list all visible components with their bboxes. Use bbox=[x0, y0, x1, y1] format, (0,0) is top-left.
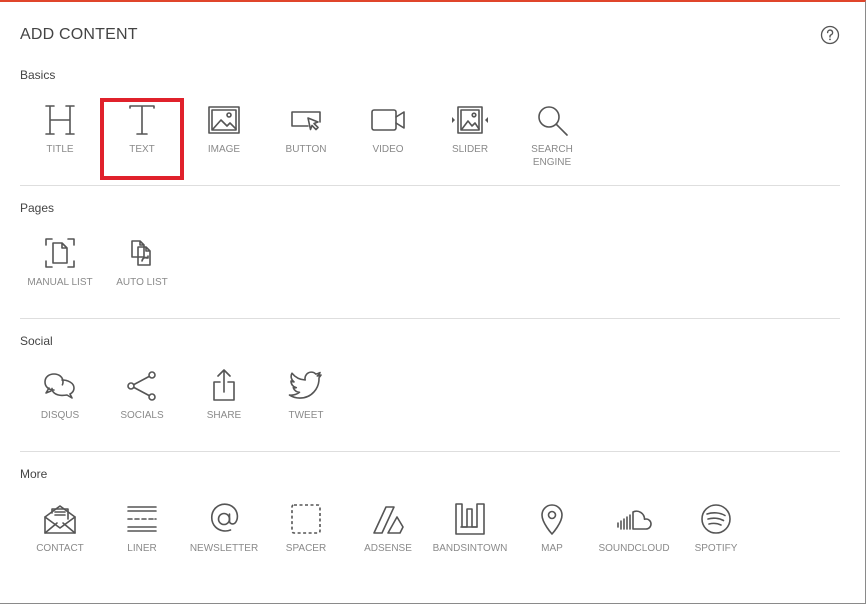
section-label: Basics bbox=[20, 68, 56, 82]
item-label: CONTACT bbox=[36, 543, 84, 554]
add-auto-list-item[interactable]: AUTO LIST bbox=[102, 233, 182, 311]
at-sign-icon bbox=[210, 503, 239, 532]
text-t-icon bbox=[129, 105, 155, 135]
divider-lines-icon bbox=[127, 506, 157, 532]
dashed-square-icon bbox=[291, 504, 321, 534]
add-spacer-item[interactable]: SPACER bbox=[266, 499, 346, 577]
add-liner-item[interactable]: LINER bbox=[102, 499, 182, 577]
add-bandsintown-item[interactable]: BANDSINTOWN bbox=[430, 499, 510, 577]
item-label: SOCIALS bbox=[120, 410, 164, 421]
item-label: SPOTIFY bbox=[694, 543, 738, 554]
item-label: SOUNDCLOUD bbox=[598, 543, 670, 554]
item-label: ADSENSE bbox=[364, 543, 412, 554]
spotify-icon bbox=[701, 504, 731, 534]
share-nodes-icon bbox=[127, 371, 156, 401]
item-label: TWEET bbox=[288, 410, 324, 421]
item-label: SHARE bbox=[206, 410, 242, 421]
magnifier-icon bbox=[538, 106, 568, 136]
add-share-item[interactable]: SHARE bbox=[184, 366, 264, 444]
speech-bubbles-icon bbox=[44, 373, 75, 399]
item-label: AUTO LIST bbox=[116, 277, 168, 288]
add-content-panel: ADD CONTENT Basics TITLE TEXT IMAGE BUTT… bbox=[0, 0, 866, 604]
item-label: DISQUS bbox=[40, 410, 80, 421]
item-label: MAP bbox=[541, 543, 563, 554]
add-contact-item[interactable]: CONTACT bbox=[20, 499, 100, 577]
add-slider-item[interactable]: SLIDER bbox=[430, 100, 510, 178]
share-upload-icon bbox=[213, 369, 235, 401]
slider-image-icon bbox=[452, 106, 488, 134]
add-tweet-item[interactable]: TWEET bbox=[266, 366, 346, 444]
item-label: SLIDER bbox=[451, 144, 489, 155]
item-label: IMAGE bbox=[207, 144, 241, 155]
section-label: Pages bbox=[20, 201, 55, 215]
item-label: BANDSINTOWN bbox=[432, 543, 508, 554]
section-label: Social bbox=[20, 334, 53, 348]
map-pin-icon bbox=[541, 504, 563, 535]
add-disqus-item[interactable]: DISQUS bbox=[20, 366, 100, 444]
add-spotify-item[interactable]: SPOTIFY bbox=[676, 499, 756, 577]
add-video-item[interactable]: VIDEO bbox=[348, 100, 428, 178]
manual-list-page-icon bbox=[45, 238, 75, 268]
section-divider bbox=[20, 185, 840, 186]
panel-title: ADD CONTENT bbox=[20, 26, 138, 43]
item-label: TITLE bbox=[46, 144, 74, 155]
add-socials-item[interactable]: SOCIALS bbox=[102, 366, 182, 444]
soundcloud-icon bbox=[617, 510, 652, 530]
add-button-item[interactable]: BUTTON bbox=[266, 100, 346, 178]
twitter-bird-icon bbox=[288, 371, 322, 399]
section-divider bbox=[20, 318, 840, 319]
section-divider bbox=[20, 451, 840, 452]
auto-list-pages-icon bbox=[131, 240, 151, 266]
add-newsletter-item[interactable]: NEWSLETTER bbox=[184, 499, 264, 577]
add-map-item[interactable]: MAP bbox=[512, 499, 592, 577]
title-heading-icon bbox=[45, 105, 75, 135]
add-title-item[interactable]: TITLE bbox=[20, 100, 100, 178]
item-label: BUTTON bbox=[285, 144, 327, 155]
add-adsense-item[interactable]: ADSENSE bbox=[348, 499, 428, 577]
bandsintown-icon bbox=[455, 503, 485, 535]
help-icon[interactable] bbox=[820, 25, 840, 45]
image-icon bbox=[208, 106, 240, 134]
item-label: LINER bbox=[127, 543, 157, 554]
section-label: More bbox=[20, 467, 48, 481]
add-image-item[interactable]: IMAGE bbox=[184, 100, 264, 178]
item-label: TEXT bbox=[129, 144, 155, 155]
add-manual-list-item[interactable]: MANUAL LIST bbox=[20, 233, 100, 311]
button-cursor-icon bbox=[291, 111, 321, 131]
add-search-engine-item[interactable]: SEARCH ENGINE bbox=[512, 100, 592, 178]
add-text-item[interactable]: TEXT bbox=[100, 98, 184, 180]
video-camera-icon bbox=[371, 109, 405, 131]
item-label: VIDEO bbox=[372, 144, 404, 155]
item-label: SPACER bbox=[285, 543, 327, 554]
item-label: SEARCH ENGINE bbox=[531, 144, 573, 168]
envelope-icon bbox=[44, 505, 76, 534]
item-label: MANUAL LIST bbox=[27, 277, 93, 288]
item-label: NEWSLETTER bbox=[189, 543, 259, 554]
adsense-icon bbox=[373, 506, 404, 534]
add-soundcloud-item[interactable]: SOUNDCLOUD bbox=[594, 499, 674, 577]
